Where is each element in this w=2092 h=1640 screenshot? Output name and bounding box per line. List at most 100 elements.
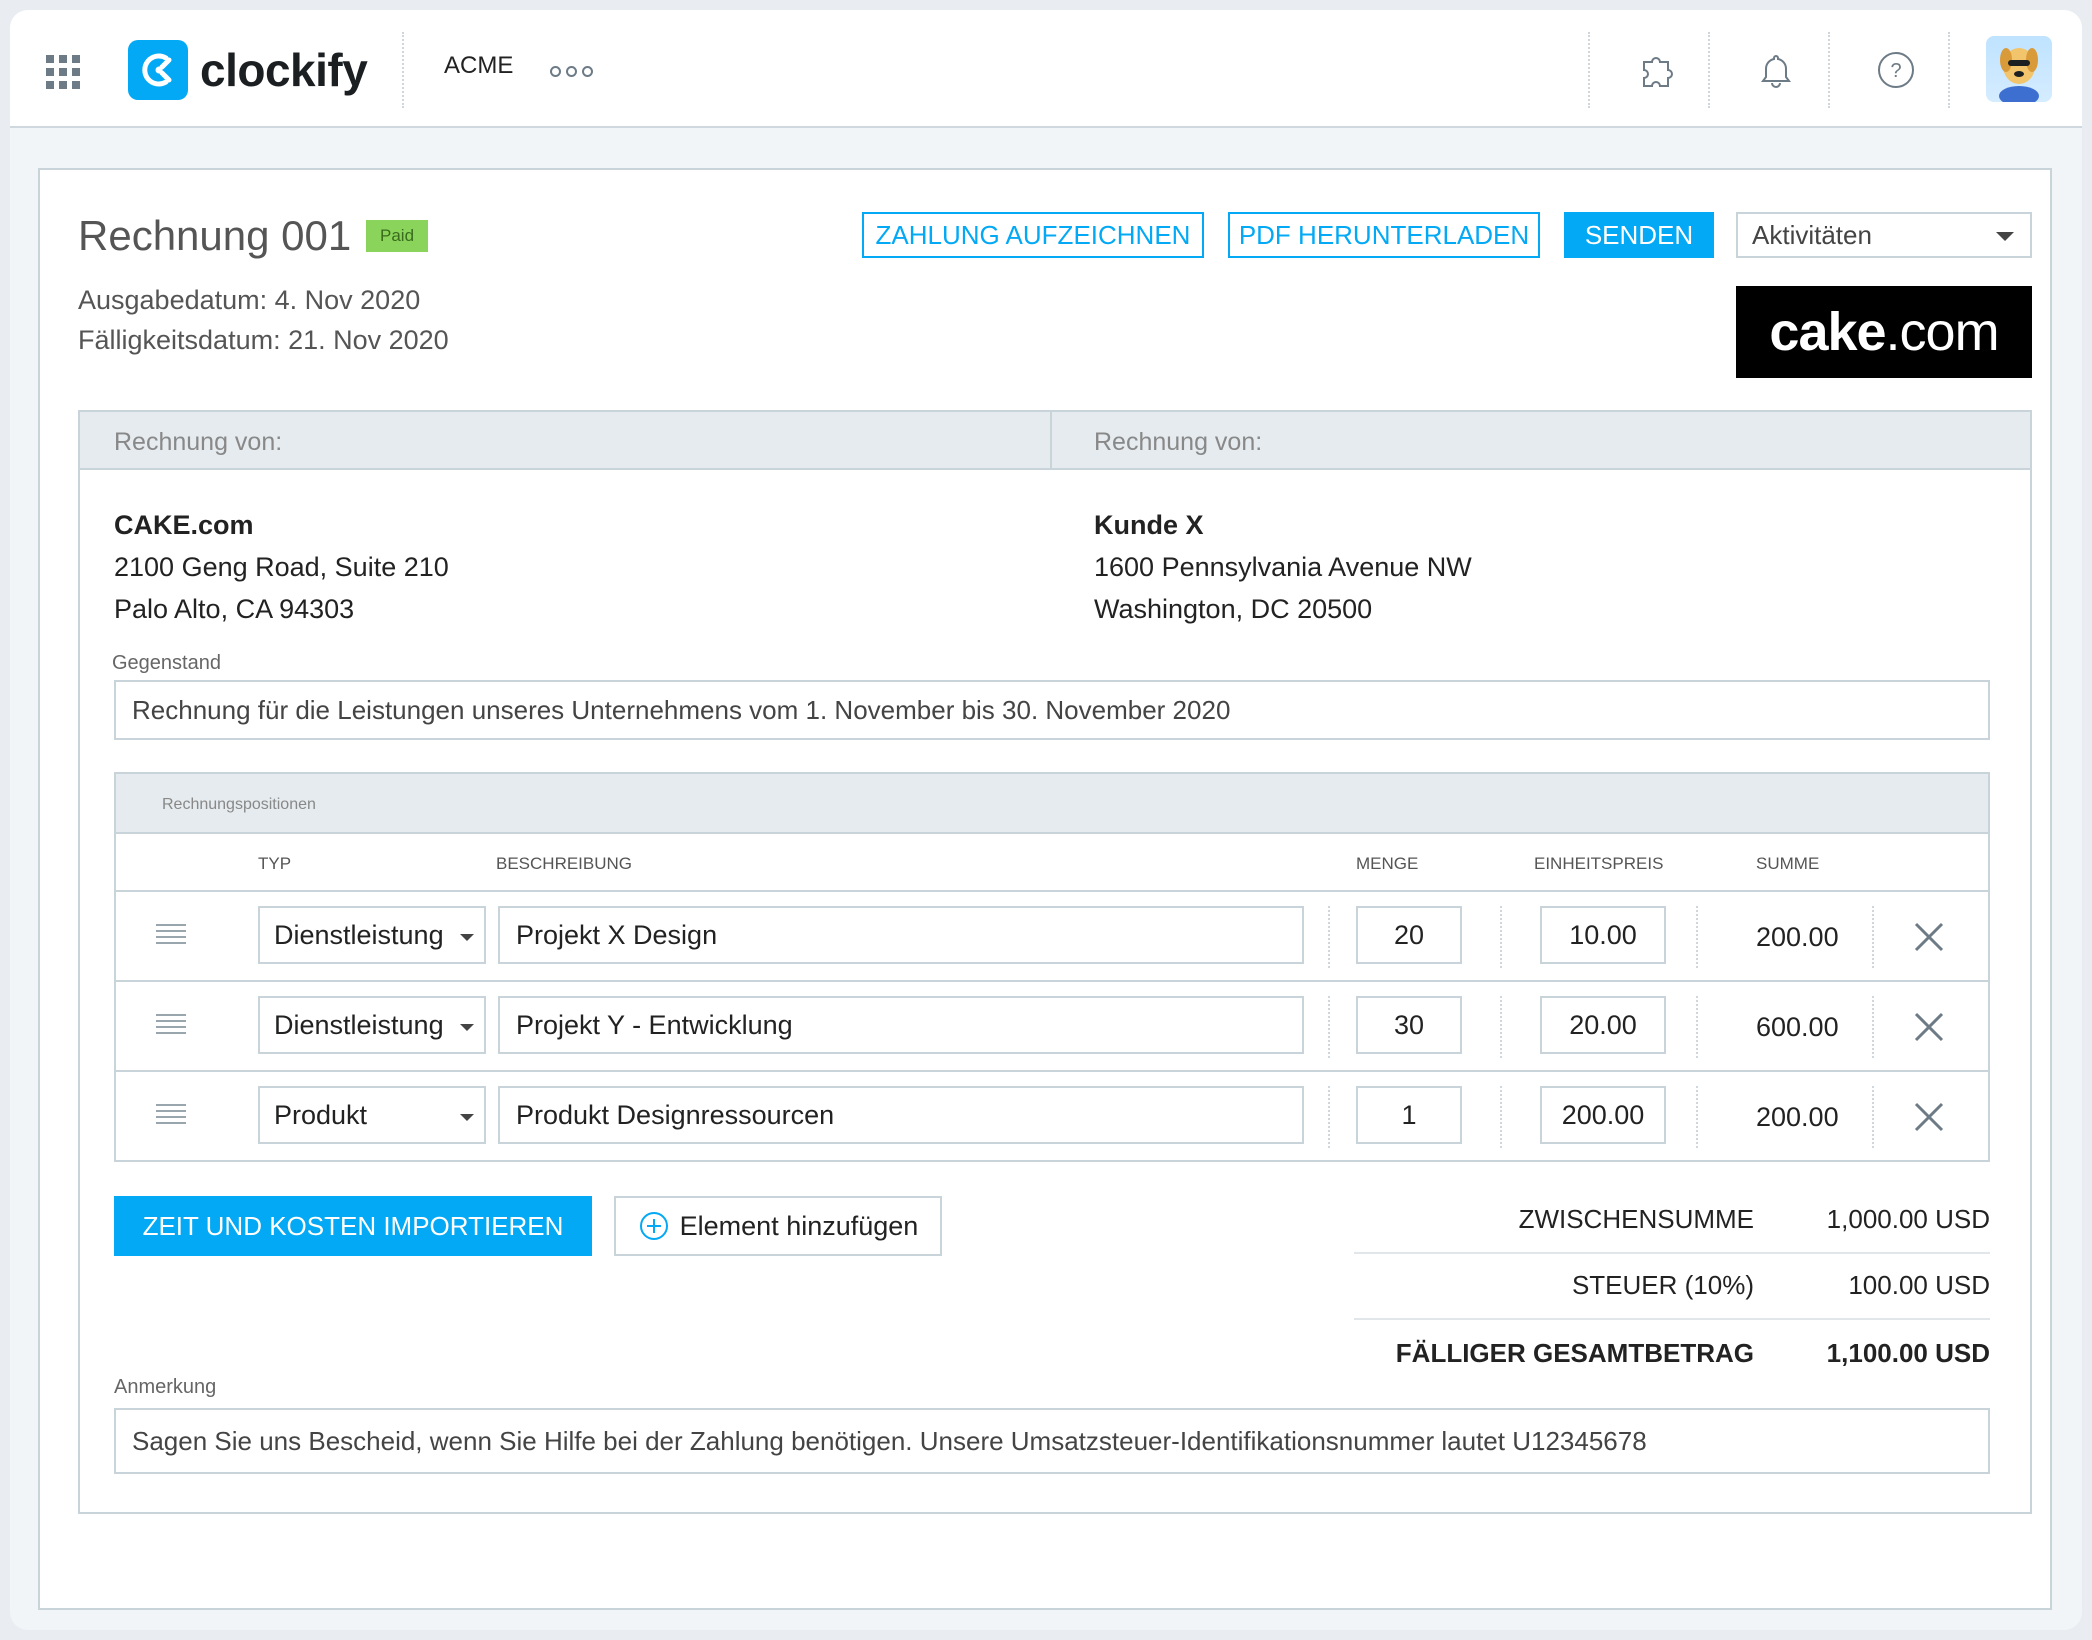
integrations-puzzle-icon[interactable] (1634, 48, 1678, 92)
line-items-label: Rechnungspositionen (162, 796, 316, 813)
divider (1828, 32, 1830, 108)
company-logo-rest: .com (1885, 302, 2000, 362)
delete-row-icon[interactable] (1912, 920, 1946, 954)
total-due-label: FÄLLIGER GESAMTBETRAG (1395, 1338, 1754, 1368)
table-row: Dienstleistung Projekt Y - Entwicklung 3… (116, 980, 1988, 1070)
quantity-input[interactable]: 20 (1356, 906, 1462, 964)
brand-name: clockify (200, 44, 368, 96)
from-name: CAKE.com (114, 510, 254, 540)
company-logo-bold: cake (1769, 302, 1886, 362)
unit-price-input[interactable]: 10.00 (1540, 906, 1666, 964)
add-item-button[interactable]: Element hinzufügen (614, 1196, 942, 1256)
subject-input[interactable]: Rechnung für die Leistungen unseres Unte… (114, 680, 1990, 740)
description-input[interactable]: Projekt X Design (498, 906, 1304, 964)
column-header-description: BESCHREIBUNG (496, 854, 633, 873)
divider (1696, 996, 1698, 1058)
tax-label: STEUER (10%) (1571, 1270, 1754, 1300)
workspace-name[interactable]: ACME (444, 52, 513, 80)
divider (1708, 32, 1710, 108)
table-row: Produkt Produkt Designressourcen 1 200.0… (116, 1070, 1988, 1160)
divider (1328, 1086, 1330, 1148)
bill-to-label: Rechnung von: (1094, 428, 1263, 456)
invoice-card: Rechnung 001 Paid Ausgabedatum: 4. Nov 2… (38, 168, 2052, 1610)
activities-dropdown[interactable]: Aktivitäten (1736, 212, 2032, 258)
invoice-title: Rechnung 001 (78, 212, 352, 259)
description-input[interactable]: Projekt Y - Entwicklung (498, 996, 1304, 1054)
due-date: Fälligkeitsdatum: 21. Nov 2020 (78, 325, 449, 355)
subtotal-label: ZWISCHENSUMME (1518, 1204, 1754, 1234)
import-time-expenses-button[interactable]: ZEIT UND KOSTEN IMPORTIEREN (114, 1196, 592, 1256)
activities-label: Aktivitäten (1752, 219, 1872, 250)
help-icon[interactable]: ? (1874, 48, 1918, 92)
invoice-body: Rechnung von: Rechnung von: CAKE.com 210… (78, 410, 2032, 1514)
divider (1948, 32, 1950, 108)
company-logo: cake .com (1736, 286, 2032, 378)
table-row: Dienstleistung Projekt X Design 20 10.00… (116, 890, 1988, 980)
chevron-down-icon (460, 1024, 474, 1031)
send-button[interactable]: SENDEN (1564, 212, 1714, 258)
subtotal-value: 1,000.00 USD (1826, 1204, 1990, 1234)
subject-label: Gegenstand (112, 652, 221, 674)
divider (1050, 412, 1052, 470)
unit-price-input[interactable]: 200.00 (1540, 1086, 1666, 1144)
divider (1872, 906, 1874, 968)
note-input[interactable]: Sagen Sie uns Bescheid, wenn Sie Hilfe b… (114, 1408, 1990, 1474)
app-window: clockify ACME ? Rechnung 001 Paid Ausgab… (10, 10, 2082, 1630)
delete-row-icon[interactable] (1912, 1010, 1946, 1044)
row-sum: 200.00 (1756, 922, 1839, 952)
divider (1696, 906, 1698, 968)
drag-handle-icon[interactable] (156, 1104, 186, 1124)
line-items-table: Rechnungspositionen TYP BESCHREIBUNG MEN… (114, 772, 1990, 1162)
bill-from-label: Rechnung von: (114, 428, 283, 456)
row-sum: 200.00 (1756, 1102, 1839, 1132)
plus-circle-icon (639, 1212, 668, 1240)
top-bar: clockify ACME ? (10, 10, 2082, 128)
type-select[interactable]: Dienstleistung (258, 906, 486, 964)
tax-value: 100.00 USD (1848, 1270, 1990, 1300)
type-value: Dienstleistung (274, 919, 444, 950)
type-select[interactable]: Produkt (258, 1086, 486, 1144)
divider (1872, 1086, 1874, 1148)
note-label: Anmerkung (114, 1376, 217, 1398)
quantity-input[interactable]: 30 (1356, 996, 1462, 1054)
invoice-dates: Ausgabedatum: 4. Nov 2020 Fälligkeitsdat… (78, 280, 449, 360)
divider (1328, 996, 1330, 1058)
from-line1: 2100 Geng Road, Suite 210 (114, 552, 449, 582)
divider (1500, 996, 1502, 1058)
to-line2: Washington, DC 20500 (1094, 594, 1373, 624)
divider (402, 32, 404, 108)
record-payment-button[interactable]: ZAHLUNG AUFZEICHNEN (862, 212, 1204, 258)
chevron-down-icon (460, 1114, 474, 1121)
brand-logo[interactable]: clockify (128, 40, 368, 100)
to-line1: 1600 Pennsylvania Avenue NW (1094, 552, 1472, 582)
drag-handle-icon[interactable] (156, 1014, 186, 1034)
type-select[interactable]: Dienstleistung (258, 996, 486, 1054)
divider (1588, 32, 1590, 108)
delete-row-icon[interactable] (1912, 1100, 1946, 1134)
column-header-sum: SUMME (1756, 854, 1820, 873)
quantity-input[interactable]: 1 (1356, 1086, 1462, 1144)
drag-handle-icon[interactable] (156, 924, 186, 944)
type-value: Produkt (274, 1099, 368, 1130)
column-header-quantity: MENGE (1356, 854, 1419, 873)
divider (1696, 1086, 1698, 1148)
description-input[interactable]: Produkt Designressourcen (498, 1086, 1304, 1144)
bill-from-address: CAKE.com 2100 Geng Road, Suite 210 Palo … (114, 504, 449, 630)
apps-grid-icon[interactable] (46, 55, 80, 89)
row-sum: 600.00 (1756, 1012, 1839, 1042)
more-options-icon[interactable] (550, 66, 593, 77)
clockify-logo-icon (128, 40, 188, 100)
chevron-down-icon (460, 934, 474, 941)
download-pdf-button[interactable]: PDF HERUNTERLADEN (1228, 212, 1540, 258)
bill-to-address: Kunde X 1600 Pennsylvania Avenue NW Wash… (1094, 504, 1472, 630)
status-badge: Paid (366, 220, 429, 252)
type-value: Dienstleistung (274, 1009, 444, 1040)
unit-price-input[interactable]: 20.00 (1540, 996, 1666, 1054)
divider (1500, 1086, 1502, 1148)
user-avatar[interactable] (1986, 36, 2052, 102)
issue-date: Ausgabedatum: 4. Nov 2020 (78, 285, 421, 315)
divider (1872, 996, 1874, 1058)
notifications-bell-icon[interactable] (1754, 48, 1798, 92)
total-due-value: 1,100.00 USD (1826, 1338, 1990, 1368)
divider (1354, 1318, 1990, 1320)
